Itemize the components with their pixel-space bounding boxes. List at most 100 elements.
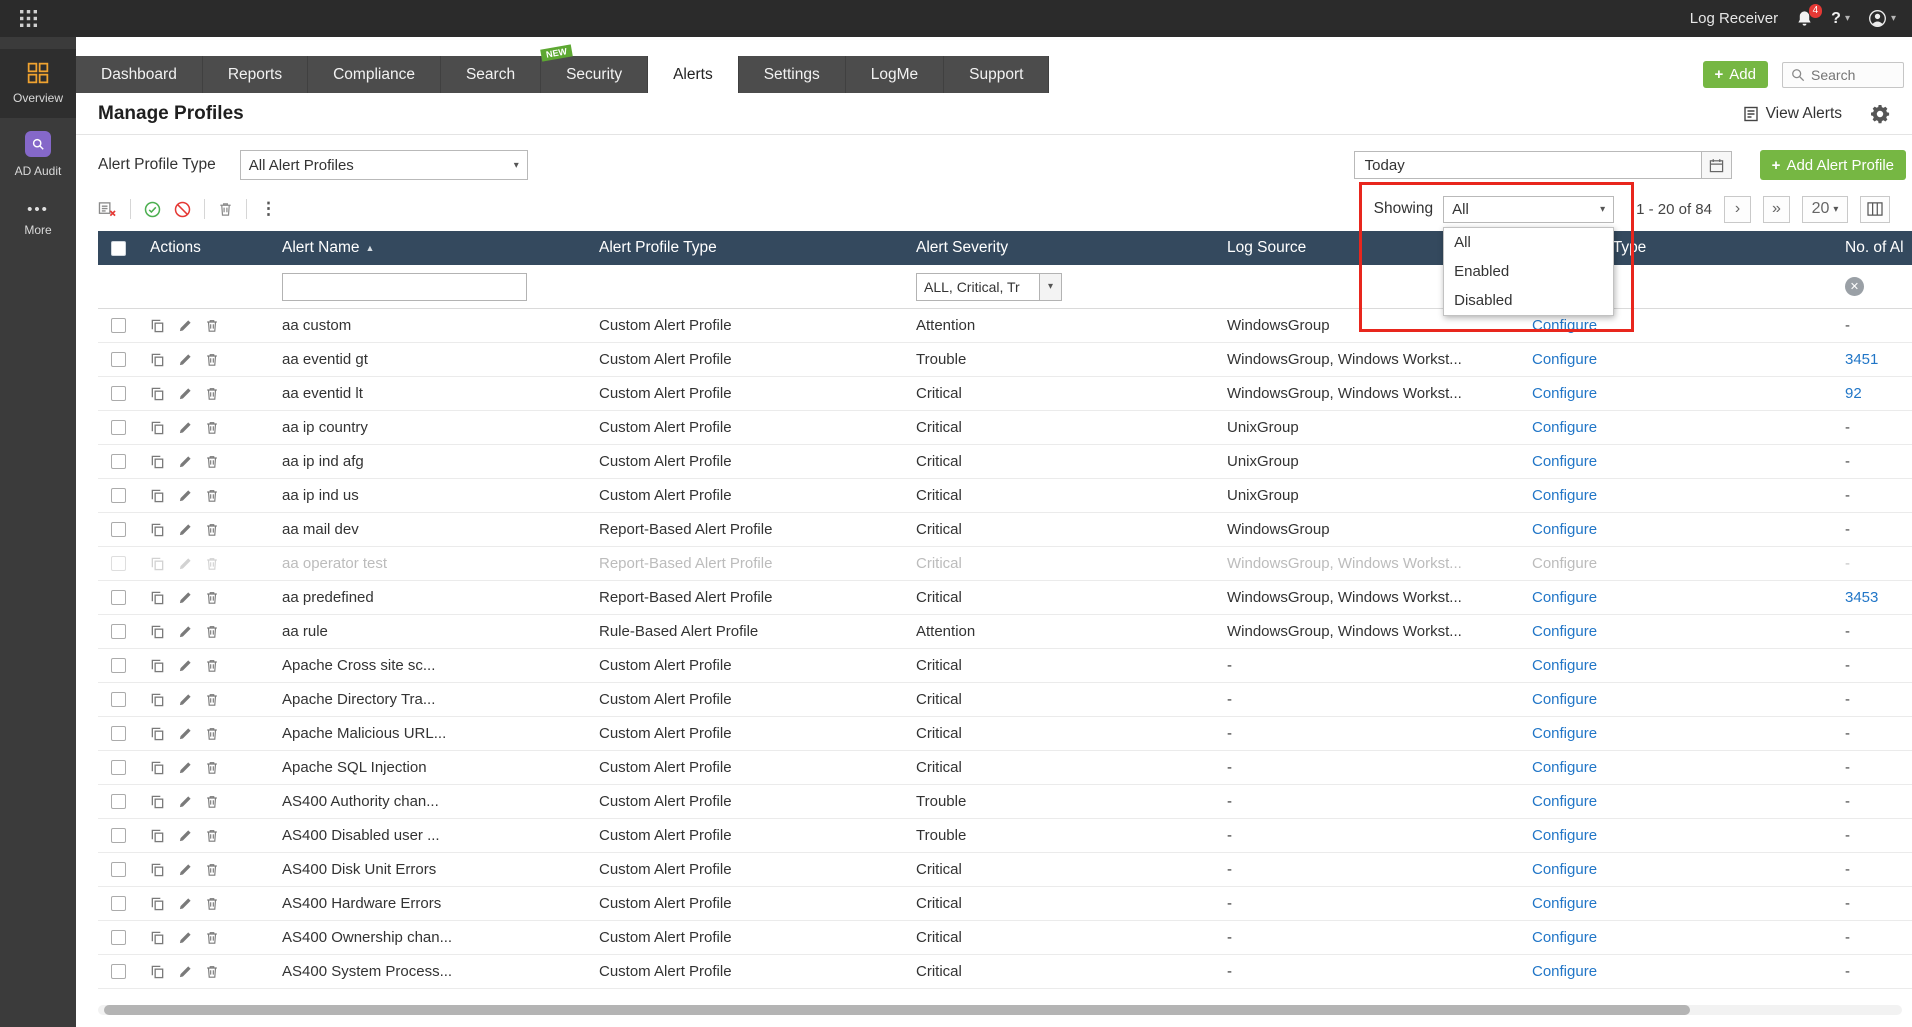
delete-icon[interactable] — [205, 488, 219, 503]
dropdown-option[interactable]: Disabled — [1444, 286, 1613, 315]
sort-asc-icon[interactable]: ▲ — [366, 243, 375, 253]
copy-icon[interactable] — [150, 318, 165, 333]
configure-link[interactable]: Configure — [1532, 963, 1597, 980]
edit-icon[interactable] — [178, 421, 192, 435]
dropdown-option[interactable]: All — [1444, 228, 1613, 257]
copy-icon[interactable] — [150, 556, 165, 571]
row-checkbox[interactable] — [111, 454, 126, 469]
add-button[interactable]: + Add — [1703, 61, 1768, 88]
delete-icon[interactable] — [205, 318, 219, 333]
nav-tab[interactable]: Support — [944, 56, 1049, 93]
notifications-bell-icon[interactable]: 4 — [1796, 10, 1813, 27]
edit-icon[interactable] — [178, 455, 192, 469]
row-checkbox[interactable] — [111, 930, 126, 945]
copy-icon[interactable] — [150, 896, 165, 911]
edit-icon[interactable] — [178, 693, 192, 707]
configure-link[interactable]: Configure — [1532, 521, 1597, 538]
delete-icon[interactable] — [205, 420, 219, 435]
delete-icon[interactable] — [205, 386, 219, 401]
configure-link[interactable]: Configure — [1532, 419, 1597, 436]
delete-icon[interactable] — [205, 692, 219, 707]
edit-icon[interactable] — [178, 523, 192, 537]
configure-link[interactable]: Configure — [1532, 793, 1597, 810]
configure-link[interactable]: Configure — [1532, 657, 1597, 674]
calendar-icon[interactable] — [1701, 152, 1731, 178]
configure-link[interactable]: Configure — [1532, 385, 1597, 402]
copy-icon[interactable] — [150, 794, 165, 809]
nav-tab[interactable]: Reports — [203, 56, 308, 93]
horizontal-scrollbar[interactable] — [98, 1005, 1902, 1015]
row-checkbox[interactable] — [111, 794, 126, 809]
global-search-box[interactable] — [1782, 62, 1904, 88]
row-checkbox[interactable] — [111, 760, 126, 775]
configure-link[interactable]: Configure — [1532, 453, 1597, 470]
copy-icon[interactable] — [150, 692, 165, 707]
delete-icon[interactable] — [205, 352, 219, 367]
user-menu[interactable]: ▾ — [1868, 9, 1896, 28]
delete-icon[interactable] — [205, 590, 219, 605]
edit-icon[interactable] — [178, 863, 192, 877]
configure-link[interactable]: Configure — [1532, 759, 1597, 776]
nav-tab[interactable]: Compliance — [308, 56, 441, 93]
dropdown-option[interactable]: Enabled — [1444, 257, 1613, 286]
nav-tab[interactable]: LogMe — [846, 56, 944, 93]
configure-link[interactable]: Configure — [1532, 317, 1597, 334]
edit-icon[interactable] — [178, 625, 192, 639]
sidebar-item-overview[interactable]: Overview — [0, 49, 76, 118]
severity-filter-select[interactable]: ALL, Critical, Tr ▾ — [916, 273, 1062, 301]
edit-icon[interactable] — [178, 897, 192, 911]
configure-link[interactable]: Configure — [1532, 555, 1597, 572]
row-checkbox[interactable] — [111, 828, 126, 843]
delete-icon[interactable] — [205, 760, 219, 775]
edit-icon[interactable] — [178, 489, 192, 503]
row-checkbox[interactable] — [111, 692, 126, 707]
edit-icon[interactable] — [178, 795, 192, 809]
row-checkbox[interactable] — [111, 726, 126, 741]
row-checkbox[interactable] — [111, 964, 126, 979]
scrollbar-thumb[interactable] — [104, 1005, 1690, 1015]
sidebar-item-ad-audit[interactable]: AD Audit — [0, 118, 76, 191]
copy-icon[interactable] — [150, 386, 165, 401]
nav-tab[interactable]: NEW Security — [541, 56, 648, 93]
copy-icon[interactable] — [150, 590, 165, 605]
copy-icon[interactable] — [150, 624, 165, 639]
row-checkbox[interactable] — [111, 488, 126, 503]
column-chooser-button[interactable] — [1860, 196, 1890, 223]
delete-icon[interactable] — [205, 556, 219, 571]
row-checkbox[interactable] — [111, 590, 126, 605]
app-launcher-icon[interactable] — [20, 10, 37, 27]
next-page-button[interactable]: › — [1724, 196, 1751, 223]
edit-icon[interactable] — [178, 353, 192, 367]
delete-icon[interactable] — [205, 862, 219, 877]
edit-icon[interactable] — [178, 829, 192, 843]
row-checkbox[interactable] — [111, 318, 126, 333]
configure-link[interactable]: Configure — [1532, 487, 1597, 504]
row-checkbox[interactable] — [111, 386, 126, 401]
delete-icon[interactable] — [205, 658, 219, 673]
row-checkbox[interactable] — [111, 420, 126, 435]
page-size-select[interactable]: 20 ▾ — [1802, 196, 1848, 223]
copy-icon[interactable] — [150, 964, 165, 979]
last-page-button[interactable]: » — [1763, 196, 1790, 223]
copy-icon[interactable] — [150, 658, 165, 673]
edit-icon[interactable] — [178, 931, 192, 945]
add-alert-profile-button[interactable]: + Add Alert Profile — [1760, 150, 1906, 180]
clear-selection-icon[interactable] — [98, 201, 117, 218]
row-checkbox[interactable] — [111, 658, 126, 673]
edit-icon[interactable] — [178, 761, 192, 775]
copy-icon[interactable] — [150, 522, 165, 537]
configure-link[interactable]: Configure — [1532, 929, 1597, 946]
copy-icon[interactable] — [150, 454, 165, 469]
copy-icon[interactable] — [150, 488, 165, 503]
help-menu[interactable]: ? ▾ — [1831, 10, 1850, 28]
configure-link[interactable]: Configure — [1532, 861, 1597, 878]
nav-tab[interactable]: Dashboard — [76, 56, 203, 93]
configure-link[interactable]: Configure — [1532, 691, 1597, 708]
nav-tab[interactable]: Search — [441, 56, 541, 93]
configure-link[interactable]: Configure — [1532, 589, 1597, 606]
configure-link[interactable]: Configure — [1532, 725, 1597, 742]
gear-icon[interactable] — [1870, 104, 1890, 124]
delete-icon[interactable] — [205, 726, 219, 741]
delete-icon[interactable] — [205, 930, 219, 945]
edit-icon[interactable] — [178, 727, 192, 741]
